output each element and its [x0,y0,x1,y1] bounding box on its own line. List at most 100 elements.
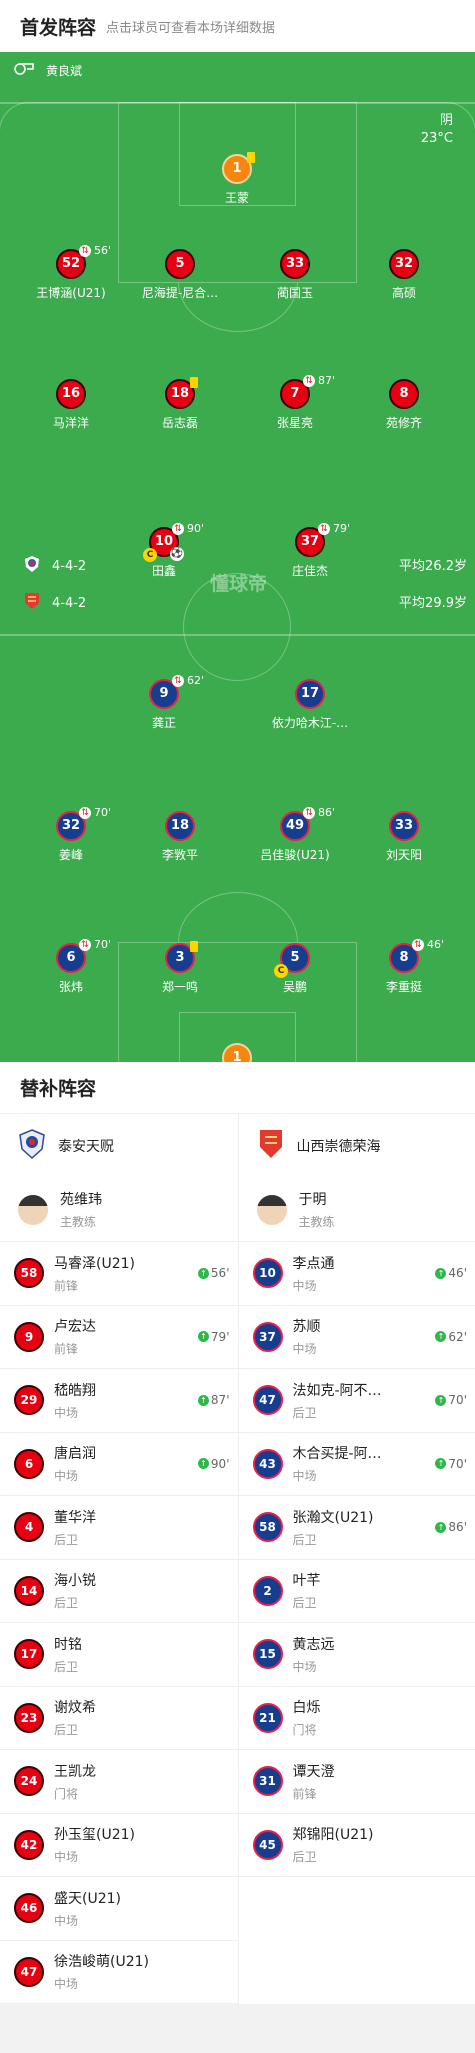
bench-player-row[interactable]: 43 木合买提-阿… 中场 ↑ 70' [238,1433,475,1496]
bench-player-row[interactable]: 46 盛天(U21) 中场 [0,1877,238,1941]
bench-player-row[interactable]: 58 马睿泽(U21) 前锋 ↑ 56' [0,1242,238,1306]
jersey-number: 10 [252,1258,283,1289]
home-average-age: 平均26.2岁 [399,559,467,574]
player-marker[interactable]: 37 ⇅ 79' 庄佳杰 [250,523,370,579]
away-bench-team[interactable]: 山西崇德荣海 [239,1114,475,1178]
bench-player-position: 中场 [54,1405,79,1420]
bench-player-row[interactable]: 47 法如克-阿不… 后卫 ↑ 70' [238,1369,475,1433]
home-bench-team[interactable]: 泰安天贶 [0,1114,238,1178]
sub-off-icon: ⇅ [303,375,315,387]
bench-player-name: 王凯龙 [54,1763,96,1780]
bench-player-row[interactable]: 29 嵇皓翔 中场 ↑ 87' [0,1369,238,1433]
away-coach[interactable]: 于明 主教练 [238,1178,475,1242]
player-marker[interactable]: 52 ⇅ 56' 王博涵(U21) [11,245,131,301]
sub-off-icon: ⇅ [79,939,91,951]
player-marker[interactable]: 49 ⇅ 86' 吕佳骏(U21) [235,807,355,863]
bench-player-name: 张瀚文(U21) [292,1509,374,1526]
substitution-badge: ⇅ 79' [318,523,350,535]
jersey-number: 24 [14,1766,44,1797]
bench-player-row[interactable]: 14 海小锐 后卫 [0,1560,238,1623]
jersey-number: 8 [389,379,419,409]
away-bench-column: 山西崇德荣海 于明 主教练 10 李点通 中场 ↑ 46' 37 苏顺 中场 ↑ 62' 47 法如克… [237,1114,475,2004]
bench-player-name: 唐启润 [54,1446,96,1463]
bench-player-position: 后卫 [54,1532,79,1547]
bench-player-row[interactable]: 15 黄志远 中场 [238,1623,475,1687]
jersey-number: 58 [14,1258,44,1289]
sub-on-time: ↑ 70' [435,1457,467,1471]
player-name: 王博涵(U21) [36,286,106,300]
player-marker[interactable]: 6 ⇅ 70' 张炜 [11,939,131,995]
player-name: 吕佳骏(U21) [260,848,330,862]
player-marker[interactable]: 18 李敩平 [120,811,240,863]
player-marker[interactable]: 10 ⇅ 90' C ⚽ 田鑫 [104,523,224,579]
sub-on-time: ↑ 90' [197,1457,230,1471]
player-marker[interactable]: 8 ⇅ 46' 李重挺 [344,939,464,995]
bench-player-name: 嵇皓翔 [54,1382,96,1399]
player-marker[interactable]: 32 ⇅ 70' 姜峰 [11,807,131,863]
sub-on-minute: 46' [448,1266,467,1280]
bench-player-row[interactable]: 23 谢炆希 后卫 [0,1687,238,1750]
bench-player-row[interactable]: 47 徐浩峻萌(U21) 中场 [0,1941,238,2004]
bench-player-row[interactable]: 42 孙玉玺(U21) 中场 [0,1814,238,1877]
sub-on-icon: ↑ [435,1458,447,1469]
player-marker[interactable]: 33 蔺国玉 [235,249,355,301]
player-marker[interactable]: 7 ⇅ 87' 张星亮 [235,375,355,431]
player-name: 郑一鸣 [161,980,198,994]
bench-player-name: 盛天(U21) [54,1890,121,1907]
bench-player-position: 后卫 [54,1659,79,1674]
player-marker[interactable]: 9 ⇅ 62' 龚正 [104,675,224,731]
sub-on-minute: 86' [448,1520,467,1534]
jersey-number-text: 32 [61,818,81,833]
jersey-number: 31 [252,1766,283,1797]
jersey-number: 18 [165,811,195,841]
jersey-number-text: 32 [394,256,414,271]
player-marker[interactable]: 1 王蒙 [177,152,297,206]
jersey-number: 47 [252,1385,283,1416]
bench-player-name: 苏顺 [292,1319,321,1336]
bench-player-row[interactable]: 2 叶芊 后卫 [238,1560,475,1623]
jersey-number: 6 ⇅ 70' [56,939,111,973]
bench-player-row[interactable]: 4 董华洋 后卫 [0,1496,238,1560]
jersey-number-text: 49 [285,818,305,833]
player-name: 蔺国玉 [276,286,313,300]
bench-player-position: 中场 [292,1659,317,1674]
bench-player-row[interactable]: 24 王凯龙 门将 [0,1750,238,1814]
yellow-card-icon [190,941,198,952]
bench-player-row[interactable]: 45 郑锦阳(U21) 后卫 [238,1814,475,1877]
bench-player-name: 海小锐 [54,1573,96,1590]
bench-player-row[interactable]: 21 白烁 门将 [238,1687,475,1750]
player-marker[interactable]: 17 依力哈木江-… [250,679,370,731]
player-marker[interactable]: 3 郑一鸣 [120,941,240,995]
bench-player-row[interactable]: 17 时铭 后卫 [0,1623,238,1687]
bench-player-info: 孙玉玺(U21) 中场 [54,1824,169,1865]
player-marker[interactable]: 1荣上 [177,1043,297,1062]
coach-avatar [256,1194,287,1225]
player-marker[interactable]: 18 岳志磊 [120,377,240,431]
substitution-badge: ⇅ 46' [412,939,444,951]
bench-player-row[interactable]: 31 谭天澄 前锋 [238,1750,475,1814]
bench-player-row[interactable]: 58 张瀚文(U21) 后卫 ↑ 86' [238,1496,475,1560]
bench-player-name: 黄志远 [292,1636,335,1653]
sub-on-time: ↑ 56' [197,1266,230,1280]
bench-player-row[interactable]: 9 卢宏达 前锋 ↑ 79' [0,1306,238,1369]
jersey-number: 10 ⇅ 90' C ⚽ [143,523,204,562]
jersey-number: 3 [165,941,198,973]
bench-player-row[interactable]: 10 李点通 中场 ↑ 46' [238,1242,475,1306]
player-marker[interactable]: 33 刘天阳 [344,811,464,863]
whistle-icon [14,63,34,78]
home-coach[interactable]: 苑维玮 主教练 [0,1178,238,1242]
player-name: 刘天阳 [385,848,422,862]
jersey-number: 47 [14,1956,44,1987]
sub-time: 62' [187,674,205,687]
player-marker[interactable]: 32 高硕 [344,249,464,301]
bench-section: 替补阵容 泰安天贶 苑维玮 主教练 58 马睿泽(U21) 前锋 ↑ 56' 9 卢宏达 前锋… [0,1062,475,2004]
coach-role: 主教练 [60,1215,97,1229]
jersey-number-text: 52 [61,256,81,271]
player-marker[interactable]: 5 C 吴鹏 [235,943,355,995]
bench-player-row[interactable]: 6 唐启润 中场 ↑ 90' [0,1433,238,1496]
player-marker[interactable]: 8 苑修齐 [344,379,464,431]
player-marker[interactable]: 16 马洋洋 [11,379,131,431]
referee: 黄良斌 [14,62,82,79]
player-marker[interactable]: 5 尼海提-尼合… [120,249,240,301]
bench-player-row[interactable]: 37 苏顺 中场 ↑ 62' [238,1306,475,1369]
